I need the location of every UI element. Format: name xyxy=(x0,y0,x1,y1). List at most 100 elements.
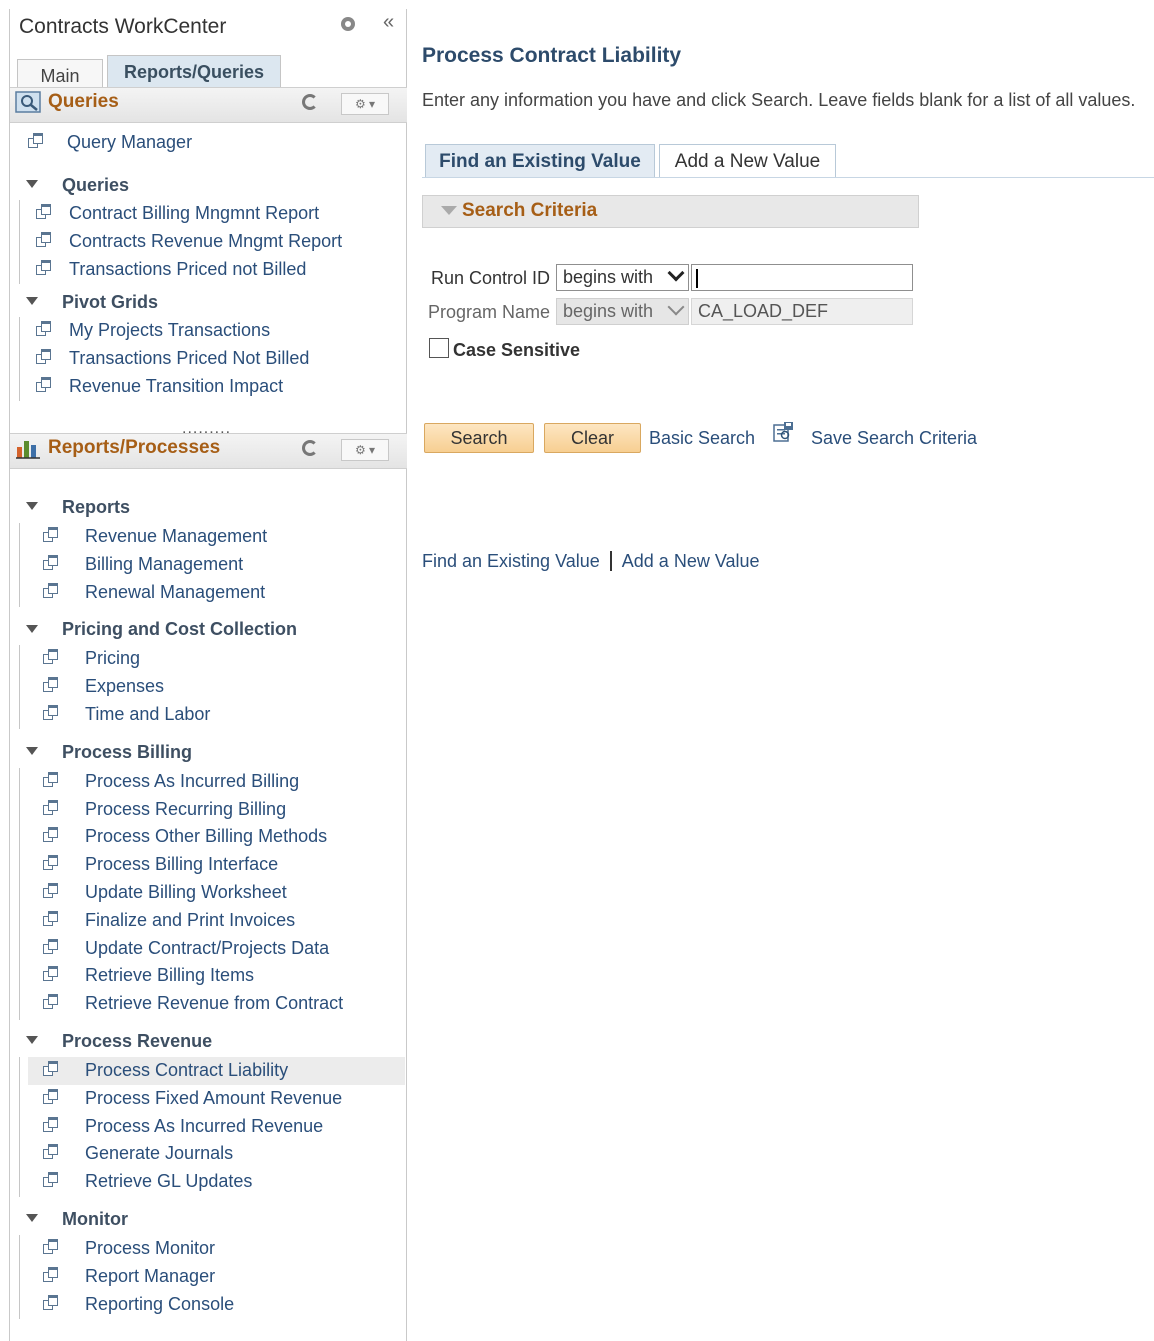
sidebar-item-finalize-and-print-invoices[interactable]: Finalize and Print Invoices xyxy=(28,907,405,935)
group-header-process-billing[interactable]: Process Billing xyxy=(26,742,192,763)
sidebar-item-process-monitor[interactable]: Process Monitor xyxy=(28,1235,405,1263)
sidebar-item-process-recurring-billing[interactable]: Process Recurring Billing xyxy=(28,796,405,824)
workcenter-header: Contracts WorkCenter « xyxy=(19,9,407,49)
sidebar-item-label: Process Fixed Amount Revenue xyxy=(85,1087,343,1108)
sidebar-item-update-contract-projects-data[interactable]: Update Contract/Projects Data xyxy=(28,935,405,963)
window-link-icon xyxy=(43,994,58,1010)
sidebar-item-reporting-console[interactable]: Reporting Console xyxy=(28,1291,405,1319)
program-name-operator-value: begins with xyxy=(563,301,654,321)
reports-pagelet-title: Reports/Processes xyxy=(48,437,221,458)
sidebar-item-renewal-management[interactable]: Renewal Management xyxy=(28,579,405,607)
save-search-criteria-link[interactable]: Save Search Criteria xyxy=(811,428,977,449)
collapse-triangle-icon xyxy=(26,747,38,756)
sidebar-item-billing-management[interactable]: Billing Management xyxy=(28,551,405,579)
bottom-links: Find an Existing Value Add a New Value xyxy=(422,551,760,572)
sidebar-item-revenue-management[interactable]: Revenue Management xyxy=(28,523,405,551)
sidebar-item-process-as-incurred-billing[interactable]: Process As Incurred Billing xyxy=(28,768,405,796)
sidebar-item-label: Contract Billing Mngmnt Report xyxy=(69,203,320,223)
sidebar-item-retrieve-revenue-from-contract[interactable]: Retrieve Revenue from Contract xyxy=(28,990,405,1018)
sidebar-item-label: Pricing xyxy=(85,648,141,669)
refresh-icon[interactable] xyxy=(302,94,318,110)
basic-search-link[interactable]: Basic Search xyxy=(649,428,755,449)
sidebar-item-label: Finalize and Print Invoices xyxy=(85,909,296,930)
sidebar-item-report-manager[interactable]: Report Manager xyxy=(28,1263,405,1291)
sidebar-item-revenue-transition-impact[interactable]: Revenue Transition Impact xyxy=(21,373,381,401)
workcenter-tabs: Main Reports/Queries xyxy=(17,55,407,87)
group-divider xyxy=(19,523,20,607)
window-link-icon xyxy=(43,705,58,720)
sidebar-item-label: Report Manager xyxy=(85,1265,216,1286)
sidebar-item-pricing[interactable]: Pricing xyxy=(28,645,405,673)
window-link-icon xyxy=(43,827,58,843)
sidebar-item-retrieve-billing-items[interactable]: Retrieve Billing Items xyxy=(28,962,405,990)
case-sensitive-checkbox[interactable] xyxy=(429,338,449,358)
tab-add-new[interactable]: Add a New Value xyxy=(659,144,836,177)
search-button[interactable]: Search xyxy=(424,423,534,453)
clear-button[interactable]: Clear xyxy=(544,423,641,453)
sidebar-item-label: Billing Management xyxy=(85,553,244,574)
group-header-pivot-grids[interactable]: Pivot Grids xyxy=(26,292,158,313)
search-criteria-header[interactable]: Search Criteria xyxy=(422,195,919,228)
sidebar-item-label: Renewal Management xyxy=(85,581,266,602)
tab-main[interactable]: Main xyxy=(17,59,103,87)
sidebar-item-label: Process Recurring Billing xyxy=(85,798,287,819)
group-header-monitor[interactable]: Monitor xyxy=(26,1209,128,1230)
window-link-icon xyxy=(43,1294,58,1310)
add-new-link[interactable]: Add a New Value xyxy=(622,551,760,571)
pagelet-options-menu[interactable]: ⚙ ▾ xyxy=(341,439,389,461)
group-header-reports[interactable]: Reports xyxy=(26,497,130,518)
sidebar-item-transactions-priced-not-billed[interactable]: Transactions Priced Not Billed xyxy=(21,345,381,373)
window-link-icon xyxy=(43,855,58,871)
window-link-icon xyxy=(43,1144,58,1160)
find-existing-link[interactable]: Find an Existing Value xyxy=(422,551,600,571)
sidebar-item-generate-journals[interactable]: Generate Journals xyxy=(28,1140,405,1168)
tab-reports-queries[interactable]: Reports/Queries xyxy=(107,55,281,87)
search-tabs: Find an Existing Value Add a New Value xyxy=(422,144,1154,178)
group-label: Monitor xyxy=(62,1209,128,1229)
sidebar-item-my-projects-transactions[interactable]: My Projects Transactions xyxy=(21,317,381,345)
run-control-operator-value: begins with xyxy=(563,267,654,287)
sidebar-item-update-billing-worksheet[interactable]: Update Billing Worksheet xyxy=(28,879,405,907)
sidebar-item-label: Expenses xyxy=(85,676,165,697)
sidebar-item-contracts-revenue-mngmt-report[interactable]: Contracts Revenue Mngmt Report xyxy=(21,228,381,256)
sidebar-item-transactions-priced-not-billed[interactable]: Transactions Priced not Billed xyxy=(21,256,381,284)
window-link-icon xyxy=(43,1116,58,1132)
run-control-input[interactable] xyxy=(691,264,913,291)
sidebar-item-label: Transactions Priced Not Billed xyxy=(69,348,310,368)
window-link-icon xyxy=(43,1266,58,1282)
group-header-pricing-and-cost-collection[interactable]: Pricing and Cost Collection xyxy=(26,619,297,640)
sidebar-item-process-other-billing-methods[interactable]: Process Other Billing Methods xyxy=(28,823,405,851)
sidebar-item-process-contract-liability[interactable]: Process Contract Liability xyxy=(28,1057,405,1085)
sidebar-item-retrieve-gl-updates[interactable]: Retrieve GL Updates xyxy=(28,1168,405,1196)
run-control-operator-select[interactable]: begins with xyxy=(556,264,689,291)
window-link-icon xyxy=(43,910,58,926)
group-header-queries[interactable]: Queries xyxy=(26,175,129,196)
collapse-triangle-icon xyxy=(26,502,38,511)
gear-icon[interactable] xyxy=(341,17,355,31)
sidebar-item-query-manager[interactable]: Query Manager xyxy=(13,129,373,157)
refresh-icon[interactable] xyxy=(302,440,318,456)
run-control-label: Run Control ID xyxy=(431,268,551,288)
sidebar-item-label: Query Manager xyxy=(67,132,193,152)
pagelet-options-menu[interactable]: ⚙ ▾ xyxy=(341,93,389,115)
sidebar-item-label: Revenue Transition Impact xyxy=(69,376,284,396)
group-header-process-revenue[interactable]: Process Revenue xyxy=(26,1031,212,1052)
window-link-icon xyxy=(43,1239,58,1254)
program-name-input: CA_LOAD_DEF xyxy=(691,298,913,325)
sidebar-item-label: Revenue Management xyxy=(85,526,268,546)
tab-find-existing[interactable]: Find an Existing Value xyxy=(425,144,655,177)
window-link-icon xyxy=(43,649,58,665)
sidebar-item-expenses[interactable]: Expenses xyxy=(28,673,405,701)
group-divider xyxy=(19,767,20,1020)
window-link-icon xyxy=(43,771,58,787)
sidebar-item-label: Process Contract Liability xyxy=(85,1060,289,1080)
sidebar-item-contract-billing-mngmnt-report[interactable]: Contract Billing Mngmnt Report xyxy=(21,200,381,228)
sidebar-item-time-and-labor[interactable]: Time and Labor xyxy=(28,701,405,729)
sidebar-item-process-fixed-amount-revenue[interactable]: Process Fixed Amount Revenue xyxy=(28,1085,405,1113)
window-link-icon xyxy=(36,349,51,364)
save-search-icon[interactable] xyxy=(772,421,794,443)
sidebar-item-process-billing-interface[interactable]: Process Billing Interface xyxy=(28,851,405,879)
collapse-icon[interactable]: « xyxy=(383,11,394,34)
sidebar-item-process-as-incurred-revenue[interactable]: Process As Incurred Revenue xyxy=(28,1113,405,1141)
group-label: Reports xyxy=(62,497,131,517)
